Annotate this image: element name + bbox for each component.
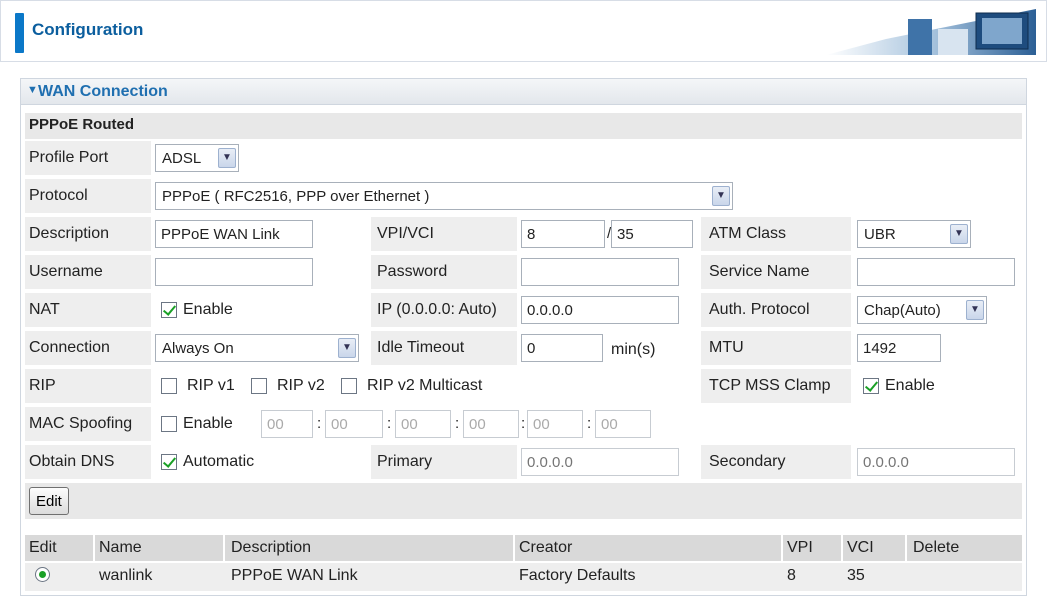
- mac-spoofing-label: MAC Spoofing: [29, 415, 133, 432]
- atm-class-select[interactable]: UBR ▼: [857, 220, 971, 248]
- obtain-dns-automatic-checkbox[interactable]: [161, 454, 177, 470]
- row-creator: Factory Defaults: [519, 567, 636, 584]
- chevron-down-icon: ▼: [218, 148, 236, 168]
- rip-v2-checkbox[interactable]: [251, 378, 267, 394]
- row-vci: 35: [847, 567, 865, 584]
- description-input[interactable]: [155, 220, 313, 248]
- row-description: PPPoE WAN Link: [231, 567, 358, 584]
- connection-type-title: PPPoE Routed: [25, 113, 1022, 139]
- mac-octet-2-input[interactable]: [325, 410, 383, 438]
- tcp-mss-enable-checkbox[interactable]: [863, 378, 879, 394]
- vpi-vci-label: VPI/VCI: [377, 225, 434, 242]
- description-label: Description: [29, 225, 110, 242]
- chevron-down-icon: ▼: [712, 186, 730, 206]
- section-header[interactable]: ▼ WAN Connection: [21, 79, 1026, 105]
- mac-octet-5-input[interactable]: [527, 410, 583, 438]
- password-label: Password: [377, 263, 448, 280]
- row-description: Description VPI/VCI / ATM Class UBR ▼: [25, 217, 1022, 251]
- ip-label: IP (0.0.0.0: Auto): [377, 301, 497, 318]
- row-vpi: 8: [787, 567, 796, 584]
- table-row: wanlink PPPoE WAN Link Factory Defaults …: [25, 563, 1022, 591]
- primary-dns-label: Primary: [377, 453, 433, 470]
- section-title: WAN Connection: [38, 83, 168, 100]
- mtu-input[interactable]: [857, 334, 941, 362]
- row-name: wanlink: [99, 567, 153, 584]
- row-obtain-dns: Obtain DNS Automatic Primary Secondary: [25, 445, 1022, 479]
- page-header: Configuration: [0, 0, 1047, 62]
- connection-label: Connection: [29, 339, 110, 356]
- page-title: Configuration: [32, 20, 144, 39]
- idle-timeout-unit: min(s): [611, 341, 656, 358]
- wan-connection-panel: ▼ WAN Connection PPPoE Routed Profile Po…: [20, 78, 1027, 596]
- connection-select[interactable]: Always On ▼: [155, 334, 359, 362]
- vci-input[interactable]: [611, 220, 693, 248]
- rip-v2-label: RIP v2: [277, 377, 325, 394]
- tcp-mss-clamp-label: TCP MSS Clamp: [709, 377, 831, 394]
- row-edit-radio[interactable]: [35, 567, 50, 582]
- col-creator-header: Creator: [519, 539, 573, 556]
- row-username: Username Password Service Name: [25, 255, 1022, 289]
- atm-class-label: ATM Class: [709, 225, 787, 242]
- rip-v2-multicast-checkbox[interactable]: [341, 378, 357, 394]
- username-input[interactable]: [155, 258, 313, 286]
- row-mac-spoofing: MAC Spoofing Enable : : : : :: [25, 407, 1022, 441]
- header-accent-bar: [15, 13, 24, 53]
- idle-timeout-input[interactable]: [521, 334, 603, 362]
- col-description-header: Description: [231, 539, 312, 556]
- row-profile-port: Profile Port ADSL ▼: [25, 141, 1022, 175]
- col-vci-header: VCI: [847, 539, 874, 556]
- row-protocol: Protocol PPPoE ( RFC2516, PPP over Ether…: [25, 179, 1022, 213]
- profile-port-select[interactable]: ADSL ▼: [155, 144, 239, 172]
- obtain-dns-automatic-label: Automatic: [183, 453, 255, 470]
- chevron-down-icon: ▼: [966, 300, 984, 320]
- mac-octet-6-input[interactable]: [595, 410, 651, 438]
- service-name-label: Service Name: [709, 263, 810, 280]
- row-edit-action: Edit: [25, 483, 1022, 519]
- mac-octet-1-input[interactable]: [261, 410, 313, 438]
- rip-v1-checkbox[interactable]: [161, 378, 177, 394]
- vpi-input[interactable]: [521, 220, 605, 248]
- profile-port-label: Profile Port: [29, 149, 109, 166]
- protocol-select[interactable]: PPPoE ( RFC2516, PPP over Ethernet ) ▼: [155, 182, 733, 210]
- col-vpi-header: VPI: [787, 539, 813, 556]
- tcp-mss-enable-label: Enable: [885, 377, 935, 394]
- mac-octet-4-input[interactable]: [463, 410, 519, 438]
- col-edit-header: Edit: [29, 539, 57, 556]
- col-name-header: Name: [99, 539, 142, 556]
- auth-protocol-select[interactable]: Chap(Auto) ▼: [857, 296, 987, 324]
- rip-v1-label: RIP v1: [187, 377, 235, 394]
- nat-label: NAT: [29, 301, 60, 318]
- obtain-dns-label: Obtain DNS: [29, 453, 115, 470]
- primary-dns-input[interactable]: [521, 448, 679, 476]
- idle-timeout-label: Idle Timeout: [377, 339, 465, 356]
- row-connection: Connection Always On ▼ Idle Timeout min(…: [25, 331, 1022, 365]
- connections-table-header: Edit Name Description Creator VPI VCI De…: [25, 535, 1022, 561]
- mac-spoofing-enable-label: Enable: [183, 415, 233, 432]
- service-name-input[interactable]: [857, 258, 1015, 286]
- collapse-caret-icon[interactable]: ▼: [27, 84, 38, 96]
- username-label: Username: [29, 263, 103, 280]
- rip-v2-multicast-label: RIP v2 Multicast: [367, 377, 483, 394]
- password-input[interactable]: [521, 258, 679, 286]
- nat-enable-checkbox[interactable]: [161, 302, 177, 318]
- secondary-dns-input[interactable]: [857, 448, 1015, 476]
- row-nat: NAT Enable IP (0.0.0.0: Auto) Auth. Prot…: [25, 293, 1022, 327]
- col-delete-header: Delete: [913, 539, 960, 556]
- chevron-down-icon: ▼: [950, 224, 968, 244]
- mtu-label: MTU: [709, 339, 744, 356]
- edit-button[interactable]: Edit: [29, 487, 69, 515]
- protocol-label: Protocol: [29, 187, 88, 204]
- nat-enable-label: Enable: [183, 301, 233, 318]
- header-banner-icon: [826, 9, 1036, 55]
- mac-octet-3-input[interactable]: [395, 410, 451, 438]
- ip-input[interactable]: [521, 296, 679, 324]
- row-rip: RIP RIP v1 RIP v2 RIP v2 Multicast TCP M…: [25, 369, 1022, 403]
- secondary-dns-label: Secondary: [709, 453, 786, 470]
- rip-label: RIP: [29, 377, 56, 394]
- mac-spoofing-enable-checkbox[interactable]: [161, 416, 177, 432]
- auth-protocol-label: Auth. Protocol: [709, 301, 810, 318]
- chevron-down-icon: ▼: [338, 338, 356, 358]
